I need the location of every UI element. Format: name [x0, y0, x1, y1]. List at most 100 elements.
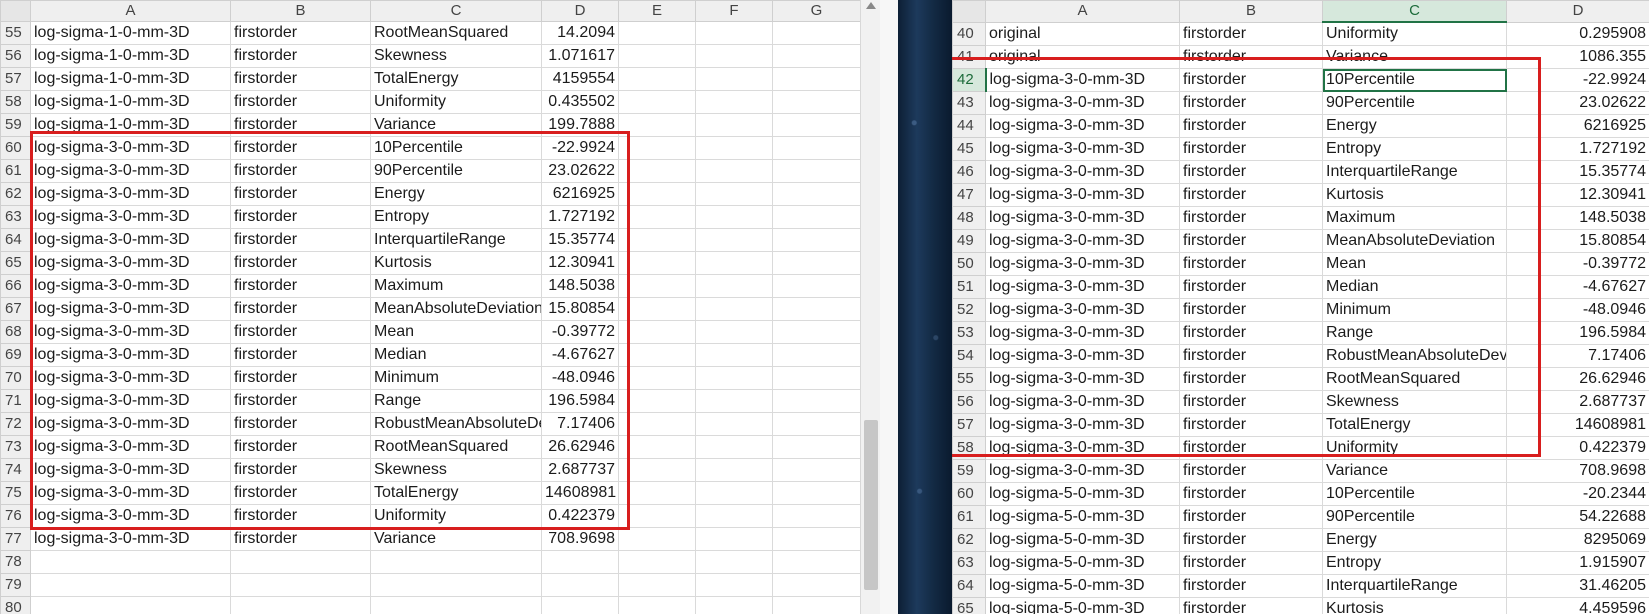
empty-cell[interactable]	[618, 527, 696, 551]
empty-cell[interactable]	[618, 159, 696, 183]
empty-cell[interactable]	[695, 182, 773, 206]
cell-d[interactable]: 199.7888	[541, 113, 619, 137]
cell-c[interactable]	[370, 573, 542, 597]
cell-b[interactable]: firstorder	[230, 297, 371, 321]
cell-b[interactable]: firstorder	[1179, 137, 1323, 161]
row-header[interactable]: 59	[952, 459, 986, 483]
row-header[interactable]: 66	[0, 274, 31, 298]
cell-a[interactable]: log-sigma-3-0-mm-3D	[30, 343, 231, 367]
cell-a[interactable]	[30, 596, 231, 614]
cell-d[interactable]: -48.0946	[541, 366, 619, 390]
cell-c[interactable]: Kurtosis	[1322, 183, 1507, 207]
empty-cell[interactable]	[618, 113, 696, 137]
row-header[interactable]: 65	[952, 597, 986, 614]
row-header[interactable]: 47	[952, 183, 986, 207]
cell-c[interactable]: Median	[1322, 275, 1507, 299]
empty-cell[interactable]	[618, 412, 696, 436]
cell-b[interactable]: firstorder	[1179, 551, 1323, 575]
empty-cell[interactable]	[695, 274, 773, 298]
empty-cell[interactable]	[695, 44, 773, 68]
cell-b[interactable]: firstorder	[230, 481, 371, 505]
cell-c[interactable]: Range	[370, 389, 542, 413]
cell-d[interactable]: 4159554	[541, 67, 619, 91]
cell-b[interactable]: firstorder	[230, 90, 371, 114]
empty-cell[interactable]	[695, 136, 773, 160]
empty-cell[interactable]	[772, 113, 861, 137]
column-header[interactable]: G	[772, 0, 861, 22]
cell-b[interactable]: firstorder	[1179, 459, 1323, 483]
row-header[interactable]: 74	[0, 458, 31, 482]
cell-c[interactable]: 90Percentile	[1322, 91, 1507, 115]
row-header[interactable]: 46	[952, 160, 986, 184]
cell-a[interactable]: log-sigma-3-0-mm-3D	[30, 435, 231, 459]
column-header[interactable]: B	[1179, 0, 1323, 23]
empty-cell[interactable]	[695, 159, 773, 183]
cell-a[interactable]: log-sigma-3-0-mm-3D	[985, 114, 1180, 138]
cell-a[interactable]: log-sigma-1-0-mm-3D	[30, 44, 231, 68]
empty-cell[interactable]	[695, 527, 773, 551]
cell-d[interactable]: 1086.355	[1506, 45, 1649, 69]
cell-a[interactable]: log-sigma-3-0-mm-3D	[30, 297, 231, 321]
empty-cell[interactable]	[618, 550, 696, 574]
empty-cell[interactable]	[695, 550, 773, 574]
empty-cell[interactable]	[772, 205, 861, 229]
cell-b[interactable]: firstorder	[230, 320, 371, 344]
cell-b[interactable]: firstorder	[1179, 275, 1323, 299]
cell-b[interactable]: firstorder	[1179, 21, 1323, 46]
empty-cell[interactable]	[695, 458, 773, 482]
row-header[interactable]: 60	[952, 482, 986, 506]
empty-cell[interactable]	[618, 366, 696, 390]
empty-cell[interactable]	[695, 366, 773, 390]
row-header[interactable]: 73	[0, 435, 31, 459]
cell-b[interactable]: firstorder	[1179, 206, 1323, 230]
empty-cell[interactable]	[772, 159, 861, 183]
row-header[interactable]: 64	[0, 228, 31, 252]
cell-c[interactable]: InterquartileRange	[370, 228, 542, 252]
cell-a[interactable]: log-sigma-3-0-mm-3D	[30, 320, 231, 344]
cell-c[interactable]: Variance	[370, 527, 542, 551]
empty-cell[interactable]	[618, 596, 696, 614]
column-header[interactable]: C	[370, 0, 542, 22]
cell-a[interactable]: log-sigma-3-0-mm-3D	[985, 459, 1180, 483]
cell-b[interactable]: firstorder	[230, 435, 371, 459]
column-header[interactable]: A	[985, 0, 1180, 23]
cell-a[interactable]: log-sigma-3-0-mm-3D	[985, 252, 1180, 276]
empty-cell[interactable]	[695, 596, 773, 614]
empty-cell[interactable]	[772, 343, 861, 367]
row-header[interactable]: 55	[952, 367, 986, 391]
cell-b[interactable]: firstorder	[230, 136, 371, 160]
empty-cell[interactable]	[695, 320, 773, 344]
cell-c[interactable]	[370, 550, 542, 574]
cell-c[interactable]: Variance	[1322, 459, 1507, 483]
cell-c[interactable]: 90Percentile	[1322, 505, 1507, 529]
empty-cell[interactable]	[695, 412, 773, 436]
empty-cell[interactable]	[772, 458, 861, 482]
cell-c[interactable]: Uniformity	[1322, 21, 1507, 46]
cell-a[interactable]: log-sigma-3-0-mm-3D	[985, 137, 1180, 161]
cell-d[interactable]: -4.67627	[541, 343, 619, 367]
cell-d[interactable]: 23.02622	[541, 159, 619, 183]
empty-cell[interactable]	[618, 481, 696, 505]
cell-b[interactable]: firstorder	[1179, 344, 1323, 368]
cell-b[interactable]: firstorder	[1179, 574, 1323, 598]
vertical-scrollbar[interactable]	[860, 0, 881, 614]
cell-d[interactable]: 6216925	[541, 182, 619, 206]
row-header[interactable]: 56	[952, 390, 986, 414]
cell-d[interactable]: 23.02622	[1506, 91, 1649, 115]
row-header[interactable]: 61	[0, 159, 31, 183]
cell-c[interactable]: MeanAbsoluteDeviation	[370, 297, 542, 321]
row-header[interactable]: 56	[0, 44, 31, 68]
column-header[interactable]: D	[541, 0, 619, 22]
cell-b[interactable]: firstorder	[230, 113, 371, 137]
empty-cell[interactable]	[695, 67, 773, 91]
row-header[interactable]: 49	[952, 229, 986, 253]
empty-cell[interactable]	[772, 550, 861, 574]
row-header[interactable]: 58	[0, 90, 31, 114]
row-header[interactable]: 54	[952, 344, 986, 368]
cell-d[interactable]: 2.687737	[541, 458, 619, 482]
empty-cell[interactable]	[618, 458, 696, 482]
cell-d[interactable]: 7.17406	[1506, 344, 1649, 368]
cell-d[interactable]: 6216925	[1506, 114, 1649, 138]
cell-c[interactable]: 90Percentile	[370, 159, 542, 183]
row-header[interactable]: 75	[0, 481, 31, 505]
